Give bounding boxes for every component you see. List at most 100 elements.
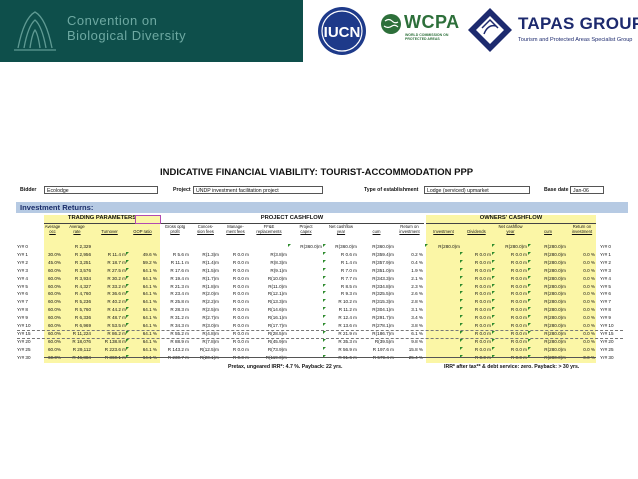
cell-turn: R 18.7 m (107, 259, 126, 265)
cell-ffe: R(8.3)m (270, 259, 287, 265)
cell-gross: R 55.2 m (170, 330, 189, 336)
cell-yr2: Yr# 4 (600, 275, 611, 281)
wcpa-subtitle: WORLD COMMISSION ON PROTECTED AREAS (405, 33, 449, 41)
cell-yr2: Yr# 5 (600, 283, 611, 289)
column-header-line-2: replacements (256, 229, 282, 234)
column-header-line-2: ment fees (226, 229, 245, 234)
cell-gop: 64.1 % (126, 283, 157, 290)
cell-occ[interactable]: 60.0% (44, 323, 61, 329)
project-field[interactable]: UNDP investment facilitation project (193, 186, 323, 194)
cell-rate[interactable]: R 18,076 (63, 339, 91, 345)
column-header-line-2: capex (300, 229, 312, 234)
column-header-line-2: Dividends (467, 229, 486, 234)
cell-oy: R 0.0 m (492, 275, 527, 282)
cell-occ[interactable]: 60.0% (44, 291, 61, 297)
cell-gop: 64.1 % (126, 299, 157, 305)
cell-occ[interactable]: 60.0% (44, 339, 61, 345)
cell-occ[interactable]: 60.0% (44, 307, 61, 313)
cell-od: R 0.0 m (460, 323, 491, 329)
cell-yr2: Yr# 20 (600, 338, 614, 344)
cell-oy: R(280.0)m (492, 244, 527, 250)
cell-oy: R 0.0 m (492, 267, 527, 274)
selected-cell-outline[interactable] (135, 215, 161, 224)
cell-gop: 64.1 % (126, 275, 157, 282)
cell-gross: R 88.9 m (170, 338, 189, 344)
bidder-field[interactable]: Ecolodge (44, 186, 158, 194)
cell-oc: R(280.0)m (528, 275, 566, 282)
cell-nc: R(325.5)m (372, 291, 394, 297)
cell-occ[interactable]: 45.0% (44, 260, 61, 266)
cell-rate[interactable]: R 6,969 (63, 323, 91, 329)
cell-or: 0.0 % (583, 330, 595, 336)
cell-oy: R 0.0 m (492, 323, 527, 329)
cell-rate[interactable]: R 2,329 (63, 244, 91, 250)
cell-rate[interactable]: R 3,576 (63, 268, 91, 274)
cell-conc: R(1.3)m (202, 251, 219, 257)
cell-oy: R 0.0 m (492, 283, 527, 290)
cell-rate[interactable]: R 11,224 (63, 331, 91, 337)
cell-mgmt: R 0.0 m (232, 299, 249, 305)
cell-oy: R 0.0 m (492, 259, 527, 266)
column-header-rate: Average rate (63, 224, 91, 234)
cell-gross: R 31.2 m (170, 315, 189, 321)
cell-ny: R 11.2 m (323, 307, 357, 313)
cell-conc: R(2.5)m (202, 307, 219, 313)
cell-rate[interactable]: R 6,336 (63, 315, 91, 321)
column-header-capex: Project capex (290, 224, 322, 234)
cell-rate[interactable]: R 5,760 (63, 307, 91, 313)
base-date-field[interactable]: Jan-06 (570, 186, 604, 194)
cell-rate[interactable]: R 2,956 (63, 252, 91, 258)
cell-oy: R 0.0 m (492, 338, 527, 345)
cell-rate[interactable]: R 4,327 (63, 284, 91, 290)
cell-conc: R(1.5)m (202, 267, 219, 273)
cell-conc: R(3.0)m (202, 323, 219, 328)
section-title: Investment Returns: (20, 203, 94, 212)
cell-gross: R 28.3 m (170, 307, 189, 313)
cell-occ[interactable]: 60.0% (44, 299, 61, 305)
cell-gop: 64.1 % (126, 267, 157, 274)
cell-yr: Yr# 7 (17, 299, 28, 305)
cell-rate[interactable]: R 4,760 (63, 291, 91, 297)
cell-rate[interactable]: R 3,251 (63, 260, 91, 266)
cell-yr2: Yr# 0 (600, 244, 611, 249)
cell-occ[interactable]: 60.0% (44, 315, 61, 321)
cell-ffe: R(45.9)m (267, 338, 287, 344)
cell-occ[interactable]: 30.0% (44, 252, 61, 258)
tapas-title: TAPAS GROUP (518, 14, 638, 33)
type-field[interactable]: Lodge (serviced) upmarket (424, 186, 530, 194)
cell-roi: 9.8 % (411, 338, 423, 344)
cell-od: R 0.0 m (460, 259, 491, 266)
cell-turn: R 36.6 m (107, 291, 126, 297)
cell-oy: R 0.0 m (492, 251, 527, 258)
cell-rate[interactable]: R 5,236 (63, 299, 91, 305)
cell-nc: R(334.8)m (372, 283, 394, 289)
cell-occ[interactable]: 60.0% (44, 347, 61, 353)
cell-rate[interactable]: R 29,112 (63, 347, 91, 353)
cell-occ[interactable]: 60.0% (44, 331, 61, 337)
cell-mgmt: R 0.0 m (232, 251, 249, 257)
cell-gop: 59.2 % (126, 259, 157, 266)
cell-ffe: R(16.1)m (267, 315, 287, 321)
cell-occ[interactable]: 60.0% (44, 268, 61, 274)
cbd-logo-banner: Convention on Biological Diversity (0, 0, 303, 62)
cell-roi: 2.8 % (411, 299, 423, 305)
cell-ny: R 56.9 m (323, 346, 357, 353)
tapas-subtitle: Tourism and Protected Areas Specialist G… (518, 37, 633, 43)
column-header-line-2: Turnover (101, 229, 118, 234)
cell-od: R 0.0 m (460, 346, 491, 353)
cell-od: R 0.0 m (460, 291, 491, 297)
cell-ny: R 7.0 m (323, 267, 357, 274)
cell-ffe: R(3.8)m (270, 251, 287, 257)
cell-ny: R 10.2 m (323, 299, 357, 305)
group-owners: OWNERS' CASHFLOW (426, 215, 596, 224)
cell-yr2: Yr# 3 (600, 267, 611, 273)
cell-occ[interactable]: 60.0% (44, 276, 61, 282)
column-header-line-2: occ (49, 229, 56, 234)
cell-rate[interactable]: R 3,934 (63, 276, 91, 282)
cell-mgmt: R 0.0 m (232, 323, 249, 328)
cell-roi: 2.1 % (411, 275, 423, 281)
cell-mgmt: R 0.0 m (232, 291, 249, 297)
cell-occ[interactable]: 60.0% (44, 284, 61, 290)
cell-capex: R(360.0)m (288, 244, 322, 250)
column-header-line-2: sion fees (197, 229, 214, 234)
